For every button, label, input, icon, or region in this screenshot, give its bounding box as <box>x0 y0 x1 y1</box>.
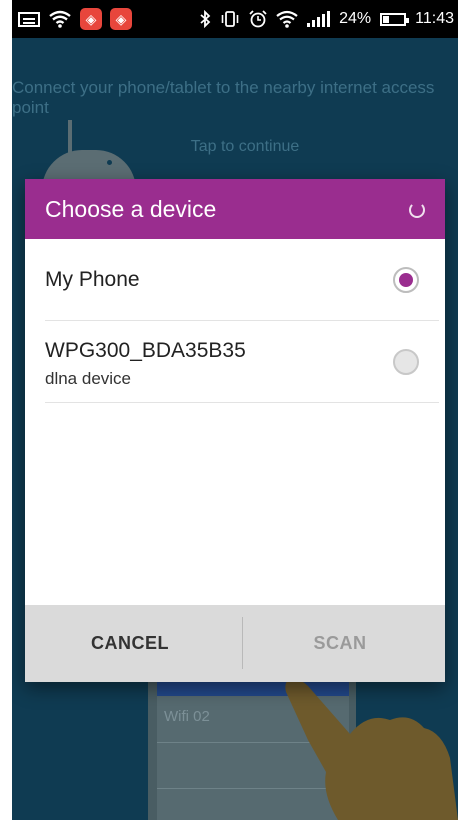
dialog-footer: CANCEL SCAN <box>25 605 445 682</box>
wifi-icon <box>276 10 298 28</box>
wifi-icon <box>49 10 71 28</box>
tap-to-continue: Tap to continue <box>190 138 300 155</box>
pointing-hand-icon <box>285 678 458 820</box>
dialog-header: Choose a device <box>25 179 445 239</box>
choose-device-dialog: Choose a device My Phone WPG300_BDA35B35… <box>25 179 445 682</box>
status-bar: ◈ ◈ 24% 11:43 <box>12 0 458 38</box>
wifi-list-item: Wifi 02 <box>164 708 210 725</box>
device-option-wpg300[interactable]: WPG300_BDA35B35 dlna device <box>45 321 439 403</box>
vibrate-icon <box>221 11 239 27</box>
app-icon: ◈ <box>110 8 132 30</box>
scan-button[interactable]: SCAN <box>235 605 445 682</box>
device-type: dlna device <box>45 369 132 388</box>
device-name: My Phone <box>45 268 140 291</box>
instruction-text: Connect your phone/tablet to the nearby … <box>12 78 435 117</box>
device-name: WPG300_BDA35B35 <box>45 339 246 362</box>
router-led <box>107 160 112 165</box>
device-option-my-phone[interactable]: My Phone <box>45 239 439 321</box>
device-frame-right <box>458 0 463 820</box>
app-icon: ◈ <box>80 8 102 30</box>
dialog-title: Choose a device <box>45 195 217 222</box>
battery-icon <box>380 12 410 26</box>
signal-icon <box>307 11 331 27</box>
battery-percent: 24% <box>339 10 372 27</box>
radio-selected-icon[interactable] <box>393 267 419 293</box>
screen: ◈ ◈ 24% 11:43 Connect your phone/tablet … <box>12 0 458 820</box>
alarm-icon <box>249 10 267 28</box>
radio-unselected-icon[interactable] <box>393 349 419 375</box>
cancel-button[interactable]: CANCEL <box>25 605 235 682</box>
clock: 11:43 <box>415 10 454 27</box>
device-frame-left <box>0 0 12 820</box>
message-icon <box>18 11 40 27</box>
bluetooth-icon <box>200 10 211 28</box>
loading-spinner-icon <box>409 202 425 218</box>
